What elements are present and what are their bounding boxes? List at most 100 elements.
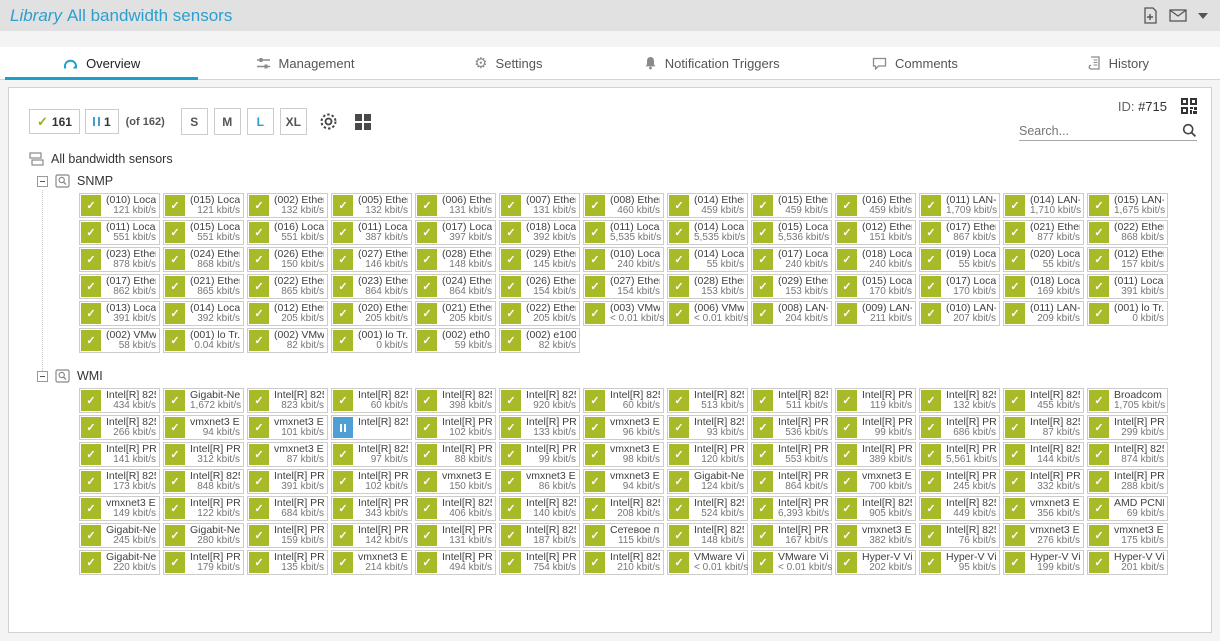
sensor-tile[interactable]: ✓(020) Local...55 kbit/s <box>1003 247 1084 272</box>
sensor-tile[interactable]: ✓(011) Local...387 kbit/s <box>331 220 412 245</box>
sensor-tile[interactable]: ✓Intel[R] PR...141 kbit/s <box>79 442 160 467</box>
sensor-tile[interactable]: ✓Intel[R] 825...76 kbit/s <box>919 523 1000 548</box>
sensor-tile[interactable]: ✓vmxnet3 Et...94 kbit/s <box>583 469 664 494</box>
sensor-tile[interactable]: ✓(023) Ether...878 kbit/s <box>79 247 160 272</box>
sensor-tile[interactable]: ✓vmxnet3 Et...382 kbit/s <box>835 523 916 548</box>
sensor-tile[interactable]: ✓Intel[R] 825...398 kbit/s <box>415 388 496 413</box>
sensor-tile[interactable]: ✓(015) Local...551 kbit/s <box>163 220 244 245</box>
sensor-tile[interactable]: ✓Intel[R] 825...87 kbit/s <box>1003 415 1084 440</box>
sensor-tile[interactable]: ✓(018) Local...169 kbit/s <box>1003 274 1084 299</box>
sensor-tile[interactable]: ✓(026) Ether...154 kbit/s <box>499 274 580 299</box>
sensor-tile[interactable]: ✓(002) Ether...132 kbit/s <box>247 193 328 218</box>
sensor-tile[interactable]: ✓(027) Ether...146 kbit/s <box>331 247 412 272</box>
tab-overview[interactable]: Overview <box>0 47 203 79</box>
sensor-tile[interactable]: ✓vmxnet3 Et...276 kbit/s <box>1003 523 1084 548</box>
sensor-tile[interactable]: ✓Gigabit-Net...124 kbit/s <box>667 469 748 494</box>
email-icon[interactable] <box>1169 9 1187 22</box>
sensor-tile[interactable]: ✓(015) Ether...459 kbit/s <box>751 193 832 218</box>
sensor-tile[interactable]: ✓(012) Ether...205 kbit/s <box>247 301 328 326</box>
sensor-tile[interactable]: ✓(012) Ether...151 kbit/s <box>835 220 916 245</box>
library-root-node[interactable]: All bandwidth sensors <box>29 152 1211 166</box>
sensor-tile[interactable]: ✓Intel[R] PR...299 kbit/s <box>1087 415 1168 440</box>
sensor-tile[interactable]: ✓Intel[R] PR...553 kbit/s <box>751 442 832 467</box>
search-input[interactable] <box>1019 124 1182 138</box>
collapse-toggle-icon[interactable] <box>37 176 48 187</box>
sensor-tile[interactable]: ✓(016) Local...551 kbit/s <box>247 220 328 245</box>
sensor-tile[interactable]: ✓(010) Local...121 kbit/s <box>79 193 160 218</box>
sensor-tile[interactable]: ✓Intel[R] 825...140 kbit/s <box>499 496 580 521</box>
sensor-tile[interactable]: ✓Intel[R] PR...864 kbit/s <box>751 469 832 494</box>
sensor-tile[interactable]: ✓vmxnet3 Et...94 kbit/s <box>163 415 244 440</box>
sensor-tile[interactable]: ✓(010) Local...240 kbit/s <box>583 247 664 272</box>
sensor-tile[interactable]: ✓Gigabit-Net...280 kbit/s <box>163 523 244 548</box>
sensor-tile[interactable]: ✓(017) Ether...867 kbit/s <box>919 220 1000 245</box>
tab-notification-triggers[interactable]: Notification Triggers <box>610 47 813 79</box>
tab-management[interactable]: Management <box>203 47 406 79</box>
sensor-tile[interactable]: ✓Intel[R] PR...288 kbit/s <box>1087 469 1168 494</box>
sensor-tile[interactable]: ✓vmxnet3 Et...214 kbit/s <box>331 550 412 575</box>
sensor-tile[interactable]: ✓(029) Ether...153 kbit/s <box>751 274 832 299</box>
sensor-tile[interactable]: ✓Intel[R] PR...167 kbit/s <box>751 523 832 548</box>
sensor-tile[interactable]: ✓Gigabit-Net...1,672 kbit/s <box>163 388 244 413</box>
sensor-tile[interactable]: ✓Intel[R] PR...5,561 kbit/s <box>919 442 1000 467</box>
sensor-tile[interactable]: ✓Intel[R] 825...513 kbit/s <box>667 388 748 413</box>
sensor-tile[interactable]: ✓(014) Ether...459 kbit/s <box>667 193 748 218</box>
sensor-tile[interactable]: ✓Intel[R] PR...131 kbit/s <box>415 523 496 548</box>
sensor-tile[interactable]: ✓(002) eth0 ...59 kbit/s <box>415 328 496 353</box>
sensor-tile[interactable]: ✓(011) Local...551 kbit/s <box>79 220 160 245</box>
sensor-tile[interactable]: ✓Intel[R] PR...99 kbit/s <box>835 415 916 440</box>
sensor-tile[interactable]: ✓Broadcom ...1,705 kbit/s <box>1087 388 1168 413</box>
sensor-tile[interactable]: ✓vmxnet3 Et...96 kbit/s <box>583 415 664 440</box>
tab-history[interactable]: History <box>1017 47 1220 79</box>
sensor-tile[interactable]: ✓(002) e100...82 kbit/s <box>499 328 580 353</box>
sensor-tile[interactable]: ✓vmxnet3 Et...101 kbit/s <box>247 415 328 440</box>
sensor-tile[interactable]: ✓Intel[R] PR...142 kbit/s <box>331 523 412 548</box>
sensor-tile[interactable]: ✓(003) VMw...< 0.01 kbit/s <box>583 301 664 326</box>
size-button-l[interactable]: L <box>247 108 274 135</box>
sensor-tile[interactable]: ✓Intel[R] PR...135 kbit/s <box>247 550 328 575</box>
sensor-tile[interactable]: ✓Intel[R] 825...823 kbit/s <box>247 388 328 413</box>
sensor-tile[interactable]: ✓Gigabit-Net...220 kbit/s <box>79 550 160 575</box>
sensor-tile[interactable]: ✓vmxnet3 Et...356 kbit/s <box>1003 496 1084 521</box>
sensor-tile[interactable]: ✓(001) lo Tr...0 kbit/s <box>331 328 412 353</box>
sensor-tile[interactable]: ✓Hyper-V Vir...199 kbit/s <box>1003 550 1084 575</box>
sensor-tile[interactable]: ✓vmxnet3 Et...86 kbit/s <box>499 469 580 494</box>
sensor-tile[interactable]: ✓Intel[R] PR...179 kbit/s <box>163 550 244 575</box>
sensor-tile[interactable]: ✓(011) Local...5,535 kbit/s <box>583 220 664 245</box>
sensor-tile[interactable]: ✓(028) Ether...153 kbit/s <box>667 274 748 299</box>
sensor-tile[interactable]: ✓Intel[R] 825...144 kbit/s <box>1003 442 1084 467</box>
sensor-tile[interactable]: ✓Intel[R] PR...119 kbit/s <box>835 388 916 413</box>
sensor-tile[interactable]: ✓AMD PCNE...69 kbit/s <box>1087 496 1168 521</box>
sensor-tile[interactable]: ✓vmxnet3 Et...149 kbit/s <box>79 496 160 521</box>
sensor-tile[interactable]: ✓(008) LAN-...204 kbit/s <box>751 301 832 326</box>
sensor-tile[interactable]: ✓VMware Vi...< 0.01 kbit/s <box>751 550 832 575</box>
sensor-tile[interactable]: ✓(021) Ether...205 kbit/s <box>415 301 496 326</box>
sensor-tile[interactable]: ✓Intel[R] PR...133 kbit/s <box>499 415 580 440</box>
sensor-tile[interactable]: ✓(008) Ether...460 kbit/s <box>583 193 664 218</box>
sensor-tile[interactable]: ✓(029) Ether...145 kbit/s <box>499 247 580 272</box>
sensor-tile[interactable]: ✓Intel[R] 825...874 kbit/s <box>1087 442 1168 467</box>
size-button-xl[interactable]: XL <box>280 108 307 135</box>
size-button-m[interactable]: M <box>214 108 241 135</box>
sensor-tile[interactable]: ✓Intel[R] 825...920 kbit/s <box>499 388 580 413</box>
sensor-tile[interactable]: ✓(014) Local...55 kbit/s <box>667 247 748 272</box>
sensor-tile[interactable]: ✓(012) Ether...157 kbit/s <box>1087 247 1168 272</box>
tab-comments[interactable]: Comments <box>813 47 1016 79</box>
sensor-tile[interactable]: ✓Intel[R] 825...148 kbit/s <box>667 523 748 548</box>
sensor-tile[interactable]: ✓Intel[R] PR...99 kbit/s <box>499 442 580 467</box>
sensor-tile[interactable]: ✓(006) VMw...< 0.01 kbit/s <box>667 301 748 326</box>
sensor-tile[interactable]: ✓Intel[R] 825...97 kbit/s <box>331 442 412 467</box>
sensor-tile[interactable]: ✓(001) lo Tr...0.04 kbit/s <box>163 328 244 353</box>
sensor-tile[interactable]: ✓Intel[R] 825...60 kbit/s <box>583 388 664 413</box>
sensor-tile[interactable]: ✓(011) LAN-...1,709 kbit/s <box>919 193 1000 218</box>
sensor-tile[interactable]: ✓VMware Vi...< 0.01 kbit/s <box>667 550 748 575</box>
sensor-tile[interactable]: ✓(027) Ether...154 kbit/s <box>583 274 664 299</box>
add-document-icon[interactable] <box>1143 7 1158 24</box>
sensor-tile[interactable]: ✓(021) Ether...877 kbit/s <box>1003 220 1084 245</box>
sensor-tile[interactable]: ✓Intel[R] PR...159 kbit/s <box>247 523 328 548</box>
sensor-tile[interactable]: ✓(009) LAN-...211 kbit/s <box>835 301 916 326</box>
sensor-tile[interactable]: ✓(010) LAN-...207 kbit/s <box>919 301 1000 326</box>
sensor-tile[interactable]: ✓Hyper-V Vir...201 kbit/s <box>1087 550 1168 575</box>
sensor-tile[interactable]: ✓Intel[R] PR...754 kbit/s <box>499 550 580 575</box>
sensor-tile[interactable]: ✓(014) Local...5,535 kbit/s <box>667 220 748 245</box>
